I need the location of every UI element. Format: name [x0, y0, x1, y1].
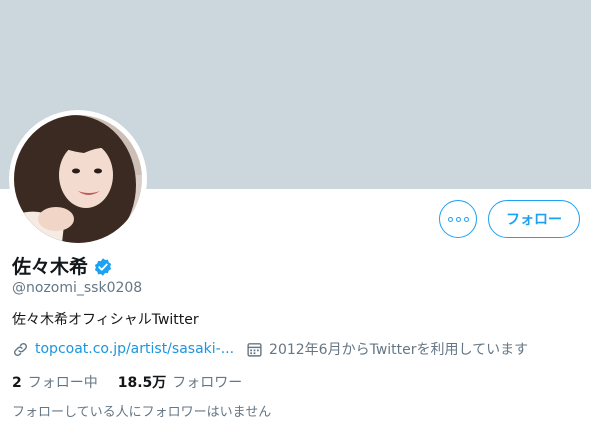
name-row: 佐々木希	[12, 255, 113, 279]
more-options-button[interactable]	[439, 200, 477, 238]
more-options-icon	[447, 216, 453, 222]
following-stat[interactable]: 2 フォロー中	[12, 372, 98, 392]
website-link[interactable]: topcoat.co.jp/artist/sasaki-...	[35, 341, 234, 357]
verified-badge-icon	[94, 258, 112, 276]
follow-button[interactable]: フォロー	[488, 200, 580, 238]
display-name: 佐々木希	[12, 256, 89, 278]
followers-label: フォロワー	[172, 375, 243, 391]
calendar-icon	[247, 342, 262, 357]
more-dot	[455, 216, 461, 222]
avatar[interactable]	[9, 110, 147, 248]
profile-bio: 佐々木希オフィシャルTwitter	[12, 312, 199, 328]
followers-you-know: フォローしている人にフォロワーはいません	[12, 405, 272, 420]
website-item: topcoat.co.jp/artist/sasaki-...	[12, 341, 234, 358]
joined-date: 2012年6月からTwitterを利用しています	[269, 342, 529, 358]
following-label: フォロー中	[27, 375, 98, 391]
followers-stat[interactable]: 18.5万 フォロワー	[118, 372, 243, 392]
link-icon	[14, 342, 27, 356]
following-count: 2	[12, 375, 22, 391]
profile-handle: @nozomi_ssk0208	[12, 280, 143, 296]
profile-stats: 2 フォロー中 18.5万 フォロワー	[12, 372, 262, 392]
profile-meta: topcoat.co.jp/artist/sasaki-... 2012年6月か…	[12, 339, 540, 359]
followers-count: 18.5万	[117, 375, 167, 391]
joined-item: 2012年6月からTwitterを利用しています	[246, 339, 528, 359]
profile-photo	[14, 115, 142, 243]
more-dot	[463, 216, 469, 222]
